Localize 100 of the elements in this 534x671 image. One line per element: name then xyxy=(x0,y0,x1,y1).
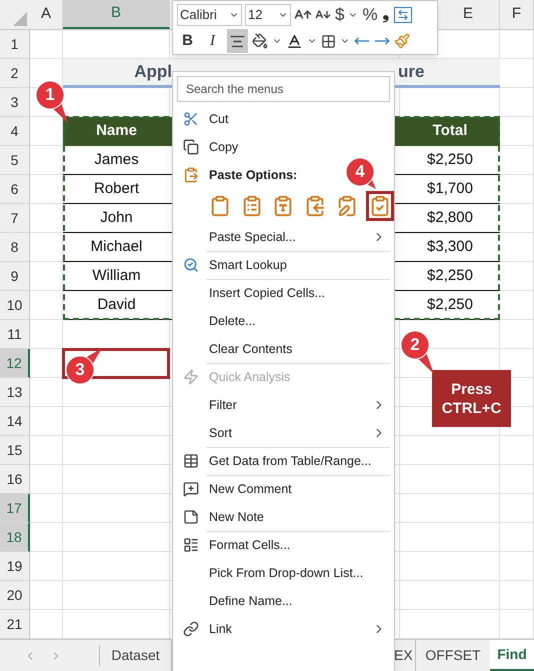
comment-plus-icon xyxy=(183,481,199,497)
row-header[interactable]: 17 xyxy=(0,494,30,523)
table-cell: $2,250 xyxy=(400,291,500,320)
menu-item[interactable]: Pick From Drop-down List... xyxy=(173,559,394,587)
menu-item[interactable]: Smart Lookup xyxy=(173,251,394,279)
grid-cell xyxy=(500,523,534,552)
grid-cell xyxy=(30,291,63,320)
clipboard-text-icon xyxy=(272,195,294,217)
row-header[interactable]: 6 xyxy=(0,175,30,204)
grid-cell xyxy=(500,494,534,523)
grid-cell xyxy=(500,262,534,291)
menu-item[interactable]: Sort xyxy=(173,419,394,447)
menu-item[interactable]: Insert Copied Cells... xyxy=(173,279,394,307)
grid-cell xyxy=(500,320,534,349)
menu-item[interactable]: Cut xyxy=(173,105,394,133)
sheet-title: ure xyxy=(398,61,424,84)
row-header[interactable]: 3 xyxy=(0,88,30,117)
note-icon xyxy=(183,509,199,525)
copy-icon xyxy=(183,139,199,155)
table-cell: $1,700 xyxy=(400,175,500,204)
grid-cell xyxy=(30,320,63,349)
row-header[interactable]: 8 xyxy=(0,233,30,262)
paint-bucket-icon[interactable] xyxy=(252,33,268,49)
wrap-icon[interactable] xyxy=(394,7,412,23)
font-size-dropdown[interactable]: 12 xyxy=(245,4,291,26)
grid-cell xyxy=(30,407,63,436)
row-header[interactable]: 2 xyxy=(0,59,30,88)
clipboard-icon xyxy=(183,167,199,183)
grid-cell xyxy=(30,552,63,581)
grid-cell xyxy=(500,436,534,465)
menu-item[interactable]: New Comment xyxy=(173,475,394,503)
search-field[interactable]: Search the menus xyxy=(177,76,390,102)
sheet-tab[interactable]: OFFSET xyxy=(416,640,490,671)
table-cell: $2,250 xyxy=(400,262,500,291)
currency-button[interactable]: $ xyxy=(334,2,346,28)
menu-item[interactable]: Define Name... xyxy=(173,587,394,615)
font-name-dropdown[interactable]: Calibri xyxy=(177,4,242,26)
instruction-note: Press CTRL+C xyxy=(432,370,511,427)
row-header[interactable]: 18 xyxy=(0,523,30,552)
scissors-icon xyxy=(183,111,199,127)
row-header[interactable]: 13 xyxy=(0,378,30,407)
font-color-icon[interactable] xyxy=(286,32,303,50)
grid-cell xyxy=(500,465,534,494)
grid-cell xyxy=(500,233,534,262)
table-cell: $2,800 xyxy=(400,204,500,233)
align-center-button[interactable] xyxy=(227,29,248,53)
menu-item[interactable]: Paste Special... xyxy=(173,223,394,251)
grid-cell xyxy=(30,146,63,175)
row-header[interactable]: 1 xyxy=(0,30,30,59)
row-header[interactable]: 21 xyxy=(0,610,30,639)
column-header[interactable]: B xyxy=(63,0,170,29)
grid-cell xyxy=(30,465,63,494)
paintbrush-icon[interactable] xyxy=(394,33,410,49)
percent-button[interactable]: % xyxy=(361,2,379,28)
grid-cell xyxy=(500,552,534,581)
grid-cell xyxy=(500,204,534,233)
menu-item[interactable]: Format Cells... xyxy=(173,531,394,559)
grid-cell xyxy=(30,523,63,552)
row-header[interactable]: 16 xyxy=(0,465,30,494)
menu-item[interactable]: Delete... xyxy=(173,307,394,335)
table-header-cell: Name xyxy=(63,117,170,146)
grid-cell xyxy=(30,262,63,291)
grid-cell xyxy=(500,117,534,146)
table-cell: Michael xyxy=(63,233,170,262)
row-header[interactable]: 5 xyxy=(0,146,30,175)
row-header[interactable]: 11 xyxy=(0,320,30,349)
menu-item[interactable]: Get Data from Table/Range... xyxy=(173,447,394,475)
row-header[interactable]: 10 xyxy=(0,291,30,320)
grid-cell xyxy=(30,378,63,407)
paste-option-button[interactable] xyxy=(366,191,394,221)
format-button[interactable]: B xyxy=(177,29,198,53)
grid-cell xyxy=(30,204,63,233)
grid-cell xyxy=(500,175,534,204)
row-header[interactable]: 9 xyxy=(0,262,30,291)
menu-item[interactable]: Filter xyxy=(173,391,394,419)
menu-item[interactable]: Link xyxy=(173,615,394,643)
grid-cell xyxy=(500,30,534,59)
table-cell: Robert xyxy=(63,175,170,204)
format-button[interactable]: I xyxy=(202,29,223,53)
row-header[interactable]: 20 xyxy=(0,581,30,610)
grid-cell xyxy=(30,175,63,204)
table-cell: David xyxy=(63,291,170,320)
menu-item[interactable]: Clear Contents xyxy=(173,335,394,363)
row-header[interactable]: 14 xyxy=(0,407,30,436)
row-header[interactable]: 12 xyxy=(0,349,30,378)
row-header[interactable]: 19 xyxy=(0,552,30,581)
row-header[interactable]: 15 xyxy=(0,436,30,465)
menu-item[interactable]: New Note xyxy=(173,503,394,531)
comma-button[interactable]: ❟ xyxy=(382,2,391,28)
grid-cell xyxy=(500,581,534,610)
link-icon xyxy=(183,621,199,637)
magnifier-icon xyxy=(183,257,199,273)
sheet-tab[interactable]: Find xyxy=(490,640,534,671)
grid-cell xyxy=(500,88,534,117)
table-icon xyxy=(183,453,199,469)
borders-icon[interactable] xyxy=(321,34,336,48)
table-cell: William xyxy=(63,262,170,291)
list-icon xyxy=(183,537,199,553)
row-header[interactable]: 7 xyxy=(0,204,30,233)
row-header[interactable]: 4 xyxy=(0,117,30,146)
